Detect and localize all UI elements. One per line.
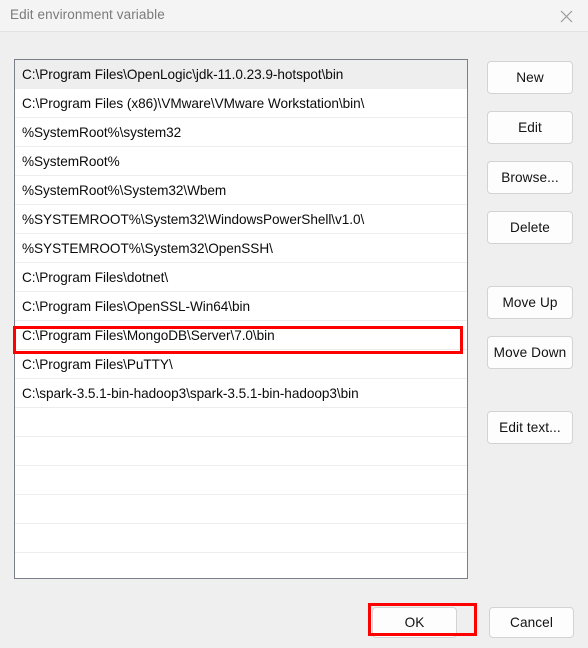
path-list-item[interactable]: C:\Program Files\dotnet\ [15, 263, 467, 292]
path-list-item[interactable]: %SYSTEMROOT%\System32\WindowsPowerShell\… [15, 205, 467, 234]
path-list-empty-row[interactable] [15, 466, 467, 495]
move-up-button[interactable]: Move Up [487, 286, 573, 319]
title-bar: Edit environment variable [0, 0, 588, 32]
delete-button[interactable]: Delete [487, 211, 573, 244]
ok-button[interactable]: OK [372, 607, 457, 638]
path-list-empty-row[interactable] [15, 553, 467, 578]
cancel-button[interactable]: Cancel [489, 607, 574, 638]
path-list-empty-row[interactable] [15, 408, 467, 437]
path-list-item[interactable]: %SYSTEMROOT%\System32\OpenSSH\ [15, 234, 467, 263]
close-icon [560, 10, 573, 23]
move-down-button[interactable]: Move Down [487, 336, 573, 369]
path-list-item[interactable]: C:\Program Files\MongoDB\Server\7.0\bin [15, 321, 467, 350]
window-title: Edit environment variable [10, 7, 165, 22]
close-button[interactable] [544, 0, 588, 32]
path-list-item[interactable]: %SystemRoot%\system32 [15, 118, 467, 147]
new-button[interactable]: New [487, 61, 573, 94]
path-list-item[interactable]: %SystemRoot% [15, 147, 467, 176]
path-list-item[interactable]: C:\Program Files\OpenLogic\jdk-11.0.23.9… [15, 60, 467, 89]
path-list-empty-row[interactable] [15, 495, 467, 524]
path-list-item[interactable]: %SystemRoot%\System32\Wbem [15, 176, 467, 205]
edit-text-button[interactable]: Edit text... [487, 411, 573, 444]
path-list[interactable]: C:\Program Files\OpenLogic\jdk-11.0.23.9… [14, 59, 468, 579]
path-list-item[interactable]: C:\Program Files (x86)\VMware\VMware Wor… [15, 89, 467, 118]
path-list-empty-row[interactable] [15, 524, 467, 553]
path-list-item[interactable]: C:\Program Files\PuTTY\ [15, 350, 467, 379]
path-list-empty-row[interactable] [15, 437, 467, 466]
edit-button[interactable]: Edit [487, 111, 573, 144]
browse-button[interactable]: Browse... [487, 161, 573, 194]
path-list-item[interactable]: C:\spark-3.5.1-bin-hadoop3\spark-3.5.1-b… [15, 379, 467, 408]
path-list-item[interactable]: C:\Program Files\OpenSSL-Win64\bin [15, 292, 467, 321]
